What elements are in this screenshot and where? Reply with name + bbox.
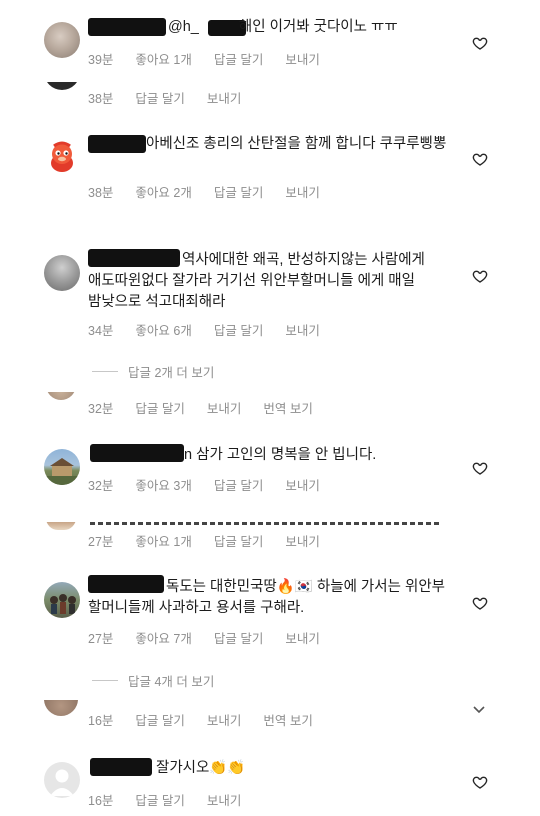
avatar[interactable]: [44, 22, 80, 58]
reply-button[interactable]: 답글 달기: [135, 794, 184, 808]
avatar: [46, 522, 76, 530]
timestamp: 27분: [88, 535, 114, 548]
send-button[interactable]: 보내기: [207, 402, 242, 416]
avatar: [44, 82, 80, 90]
mention-link[interactable]: @h_: [168, 19, 199, 35]
heart-outline-icon[interactable]: [472, 35, 488, 51]
heart-outline-icon[interactable]: [472, 460, 488, 476]
comment-meta: 32분 좋아요 3개 답글 달기 보내기: [88, 475, 342, 494]
send-button[interactable]: 보내기: [207, 714, 242, 728]
view-more-replies[interactable]: 답글 4개 더 보기: [92, 671, 214, 690]
send-button[interactable]: 보내기: [285, 324, 320, 338]
comment-meta: 16분 답글 달기 보내기 번역 보기: [88, 710, 335, 729]
timestamp: 27분: [88, 632, 114, 646]
heart-outline-icon[interactable]: [472, 595, 488, 611]
send-button[interactable]: 보내기: [285, 632, 320, 646]
chevron-down-icon[interactable]: [472, 704, 486, 714]
comment-meta: 32분 답글 달기 보내기 번역 보기: [88, 398, 335, 416]
partial-comment-row: 38분 답글 달기 보내기: [0, 82, 540, 104]
avatar: [46, 392, 76, 400]
heart-outline-icon[interactable]: [472, 774, 488, 790]
reply-button[interactable]: 답글 달기: [135, 402, 184, 416]
timestamp: 32분: [88, 479, 114, 493]
like-count[interactable]: 좋아요 3개: [135, 479, 191, 493]
reply-button[interactable]: 답글 달기: [135, 714, 184, 728]
timestamp: 16분: [88, 794, 114, 808]
comment-text: n 삼가 고인의 명복을 안 빕니다.: [184, 447, 377, 463]
send-button[interactable]: 보내기: [285, 479, 320, 493]
send-button[interactable]: 보내기: [207, 92, 242, 104]
translate-button[interactable]: 번역 보기: [263, 402, 312, 416]
like-count[interactable]: 좋아요 6개: [135, 324, 191, 338]
comment-meta: 16분 답글 달기 보내기: [88, 790, 263, 809]
send-button[interactable]: 보내기: [285, 53, 320, 67]
reply-button[interactable]: 답글 달기: [214, 632, 263, 646]
timestamp: 39분: [88, 53, 114, 67]
translate-button[interactable]: 번역 보기: [263, 714, 312, 728]
building-icon: [44, 458, 80, 485]
like-count[interactable]: 좋아요 7개: [135, 632, 191, 646]
send-button[interactable]: 보내기: [207, 794, 242, 808]
reply-button[interactable]: 답글 달기: [214, 479, 263, 493]
group-photo-icon: [50, 594, 76, 614]
partial-comment-row: 32분 답글 달기 보내기 번역 보기: [0, 392, 540, 416]
clipped-comment-text: [90, 522, 440, 525]
reply-button[interactable]: 답글 달기: [214, 324, 263, 338]
comment-text: 독도는 대한민국땅🔥🇰🇷 하늘에 가서는 위안부 할머니들께 사과하고 용서를 …: [88, 579, 446, 616]
partial-comment-row: 16분 답글 달기 보내기 번역 보기: [0, 700, 540, 730]
view-more-replies-label[interactable]: 답글 2개 더 보기: [128, 362, 214, 381]
partial-comment-row: 27분 좋아요 1개 답글 달기 보내기: [0, 522, 540, 548]
timestamp: 34분: [88, 324, 114, 338]
timestamp: 38분: [88, 92, 114, 104]
comment-text: 아베신조 총리의 산탄절을 함께 합니다 쿠쿠루삥뽕: [146, 136, 447, 152]
avatar: [44, 700, 78, 716]
reply-button[interactable]: 답글 달기: [135, 92, 184, 104]
default-avatar[interactable]: [44, 762, 80, 798]
view-more-replies-label[interactable]: 답글 4개 더 보기: [128, 671, 214, 690]
timestamp: 16분: [88, 714, 114, 728]
comment-text: 역사에대한 왜곡, 반성하지않는 사람에게 애도따윈없다 잘가라 거기선 위안부…: [88, 252, 425, 310]
heart-outline-icon[interactable]: [472, 151, 488, 167]
divider: [92, 680, 118, 681]
heart-outline-icon[interactable]: [472, 268, 488, 284]
divider: [92, 371, 118, 372]
cartoon-avatar-icon: [44, 139, 80, 175]
comment-meta: 38분 답글 달기 보내기: [88, 88, 263, 104]
like-count[interactable]: 좋아요 1개: [135, 535, 191, 548]
reply-button[interactable]: 답글 달기: [214, 53, 263, 67]
send-button[interactable]: 보내기: [285, 535, 320, 548]
reply-button[interactable]: 답글 달기: [214, 535, 263, 548]
reply-button[interactable]: 답글 달기: [214, 186, 263, 200]
like-count[interactable]: 좋아요 1개: [135, 53, 191, 67]
comment-meta: 38분 좋아요 2개 답글 달기 보내기: [88, 182, 342, 201]
avatar[interactable]: [44, 449, 80, 485]
user-silhouette-icon: [50, 769, 74, 796]
timestamp: 32분: [88, 402, 114, 416]
send-button[interactable]: 보내기: [285, 186, 320, 200]
comment-meta: 34분 좋아요 6개 답글 달기 보내기: [88, 320, 342, 339]
avatar[interactable]: [44, 139, 80, 175]
comment-text: @h_ 해인 이거봐 굿다이노 ㅠㅠ: [168, 19, 398, 35]
timestamp: 38분: [88, 186, 114, 200]
comment-text: 잘가시오👏👏: [156, 760, 246, 776]
comment-meta: 27분 좋아요 1개 답글 달기 보내기: [88, 531, 342, 548]
avatar[interactable]: [44, 255, 80, 291]
comment-meta: 27분 좋아요 7개 답글 달기 보내기: [88, 628, 342, 647]
view-more-replies[interactable]: 답글 2개 더 보기: [92, 362, 214, 381]
like-count[interactable]: 좋아요 2개: [135, 186, 191, 200]
comment-meta: 39분 좋아요 1개 답글 달기 보내기: [88, 49, 342, 68]
avatar[interactable]: [44, 582, 80, 618]
